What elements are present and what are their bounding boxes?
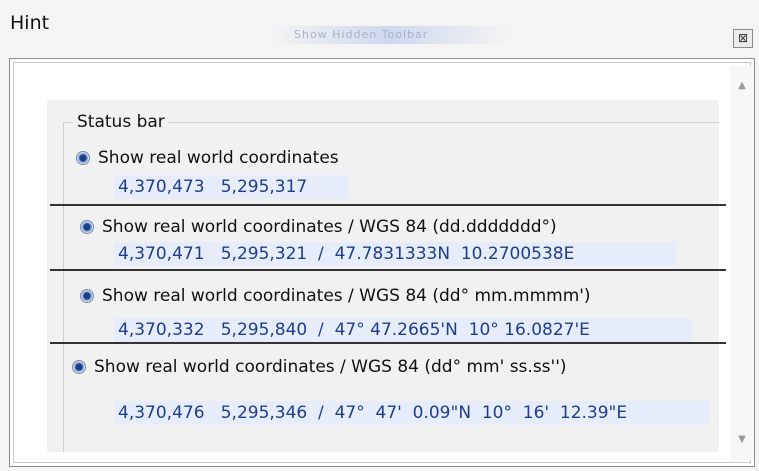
ghost-tooltip-text: Show Hidden Toolbar: [294, 28, 429, 41]
coord-preview: 4,370,473 5,295,317: [114, 175, 348, 199]
option-wgs84-dms[interactable]: Show real world coordinates / WGS 84 (dd…: [72, 357, 567, 377]
close-icon[interactable]: ⊠: [733, 29, 753, 48]
radio-selected-icon[interactable]: [80, 220, 94, 234]
coord-preview: 4,370,476 5,295,346 / 47° 47' 0.09"N 10°…: [114, 401, 710, 425]
option-wgs84-degrees-minutes[interactable]: Show real world coordinates / WGS 84 (dd…: [80, 286, 591, 306]
option-label: Show real world coordinates / WGS 84 (dd…: [94, 357, 567, 377]
radio-selected-icon[interactable]: [76, 151, 90, 165]
divider: [50, 269, 726, 271]
divider: [50, 204, 726, 206]
hint-window: Hint Show Hidden Toolbar ⊠ ▲ ▼ Status ba…: [0, 0, 759, 471]
option-real-world[interactable]: Show real world coordinates: [76, 148, 339, 168]
coord-preview: 4,370,332 5,295,840 / 47° 47.2665'N 10° …: [114, 318, 692, 342]
scroll-up-icon[interactable]: ▲: [730, 80, 754, 91]
option-label: Show real world coordinates / WGS 84 (dd…: [102, 217, 557, 237]
option-label: Show real world coordinates: [98, 148, 339, 168]
vertical-scrollbar[interactable]: ▲ ▼: [730, 66, 754, 460]
title-bar: Hint Show Hidden Toolbar ⊠: [0, 0, 759, 52]
group-label: Status bar: [73, 112, 169, 132]
coord-preview: 4,370,471 5,295,321 / 47.7831333N 10.270…: [114, 242, 676, 266]
ghost-tooltip: Show Hidden Toolbar: [270, 26, 510, 44]
scroll-down-icon[interactable]: ▼: [730, 434, 754, 445]
option-wgs84-decimal[interactable]: Show real world coordinates / WGS 84 (dd…: [80, 217, 557, 237]
window-title: Hint: [10, 12, 50, 34]
radio-selected-icon[interactable]: [72, 360, 86, 374]
radio-selected-icon[interactable]: [80, 289, 94, 303]
option-label: Show real world coordinates / WGS 84 (dd…: [102, 286, 591, 306]
divider: [50, 342, 726, 344]
